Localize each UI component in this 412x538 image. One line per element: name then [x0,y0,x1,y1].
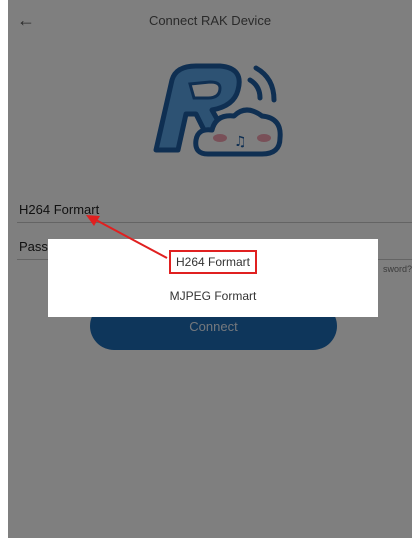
app-screen: ← Connect RAK Device ♫ H264 Formart Pass… [8,0,412,538]
option-label: MJPEG Formart [169,289,257,303]
format-select-dialog: H264 Formart MJPEG Formart [48,239,378,317]
option-mjpeg-format[interactable]: MJPEG Formart [48,281,378,311]
option-h264-format[interactable]: H264 Formart [48,247,378,277]
option-label: H264 Formart [168,250,258,274]
